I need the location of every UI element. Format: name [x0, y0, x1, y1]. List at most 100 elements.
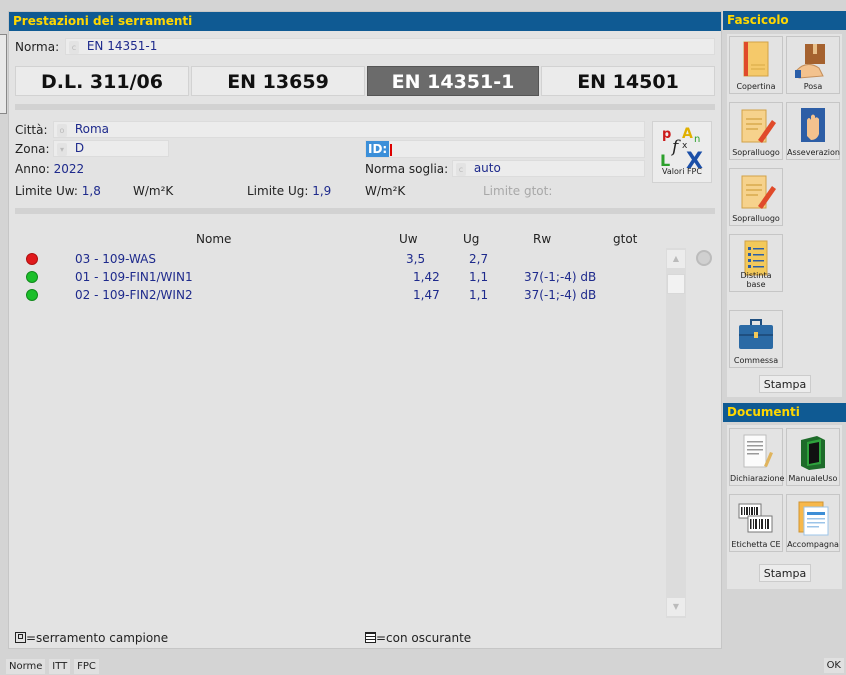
- serramenti-table: Nome Uw Ug Rw gtot 03 - 109-WAS 3,5 2,7 …: [15, 228, 665, 608]
- formula-icon: p f x A n L X: [660, 126, 703, 174]
- limite-ug-unit: W/m²K: [365, 184, 406, 198]
- limite-ug: Limite Ug: 1,9: [247, 184, 332, 198]
- status-buttons: Norme ITT FPC: [6, 658, 99, 674]
- fpc-button[interactable]: FPC: [74, 659, 99, 674]
- norma-lookup-icon[interactable]: c: [69, 41, 79, 54]
- column-header-gtot[interactable]: gtot: [613, 232, 637, 246]
- status-red-icon: [26, 253, 38, 265]
- zona-field[interactable]: ▾ D: [53, 140, 169, 157]
- text-cursor: [390, 143, 393, 156]
- window-sample-icon: [15, 632, 26, 643]
- anno-label: Anno: 2022: [15, 162, 85, 176]
- norma-field[interactable]: c EN 14351-1: [65, 38, 715, 55]
- manualeuso-tile[interactable]: ManualeUso: [786, 428, 840, 486]
- svg-text:p: p: [662, 127, 671, 142]
- etichetta-ce-label: Etichetta CE: [731, 540, 781, 549]
- accompagna-tile[interactable]: Accompagna: [786, 494, 840, 552]
- status-bar: Norme ITT FPC OK: [0, 655, 846, 675]
- table-row[interactable]: 01 - 109-FIN1/WIN1 1,42 1,1 37(-1;-4) dB: [15, 268, 665, 286]
- column-header-nome[interactable]: Nome: [196, 232, 231, 246]
- anno-value: 2022: [53, 162, 85, 176]
- row-rw: 37(-1;-4) dB: [524, 288, 597, 302]
- shutter-icon: [365, 632, 376, 643]
- status-green-icon: [26, 289, 38, 301]
- column-header-uw[interactable]: Uw: [399, 232, 418, 246]
- norma-label: Norma:: [15, 40, 60, 54]
- prestazioni-panel: Prestazioni dei serramenti Norma: c EN 1…: [8, 11, 722, 649]
- table-row[interactable]: 03 - 109-WAS 3,5 2,7: [15, 250, 665, 268]
- standard-button-en13659[interactable]: EN 13659: [191, 66, 365, 96]
- citta-label: Città:: [15, 123, 48, 137]
- briefcase-icon: [739, 319, 773, 349]
- row-uw: 1,47: [413, 288, 440, 302]
- distinta-base-label: Distinta base: [740, 271, 772, 289]
- row-nome: 03 - 109-WAS: [75, 252, 157, 266]
- fascicolo-stampa-button[interactable]: Stampa: [759, 375, 811, 393]
- norma-value: EN 14351-1: [86, 39, 158, 53]
- documenti-body: Dichiarazione ManualeUso Etichetta CE Ac…: [727, 425, 842, 589]
- sopralluogo-label: Sopralluogo: [732, 148, 780, 157]
- zona-label: Zona:: [15, 142, 50, 156]
- separator: [15, 208, 715, 214]
- table-scrollbar[interactable]: ▲ ▼: [666, 248, 686, 618]
- dichiarazione-label: Dichiarazione: [730, 474, 785, 483]
- cover-document-icon: [743, 41, 769, 77]
- documenti-stampa-button[interactable]: Stampa: [759, 564, 811, 582]
- citta-lookup-icon[interactable]: o: [57, 124, 67, 137]
- posa-label: Posa: [803, 82, 823, 91]
- limite-uw: Limite Uw: 1,8: [15, 184, 101, 198]
- citta-field[interactable]: o Roma: [53, 121, 645, 138]
- limite-uw-unit: W/m²K: [133, 184, 174, 198]
- itt-button[interactable]: ITT: [49, 659, 71, 674]
- table-row[interactable]: 02 - 109-FIN2/WIN2 1,47 1,1 37(-1;-4) dB: [15, 286, 665, 304]
- panel-title: Prestazioni dei serramenti: [9, 12, 721, 31]
- radio-toggle[interactable]: [696, 250, 712, 266]
- zona-dropdown-icon[interactable]: ▾: [57, 143, 67, 156]
- scroll-up-arrow-icon[interactable]: ▲: [667, 250, 685, 268]
- id-field[interactable]: ID:: [365, 140, 645, 158]
- fascicolo-panel: Fascicolo Copertina Posa Sopralluogo Ass…: [723, 11, 846, 401]
- row-uw: 3,5: [406, 252, 426, 266]
- sopralluogo-label: Sopralluogo: [732, 214, 780, 223]
- sopralluogo-tile[interactable]: Sopralluogo: [729, 102, 783, 160]
- ok-button[interactable]: OK: [823, 658, 844, 673]
- fascicolo-title: Fascicolo: [723, 11, 846, 30]
- norme-button[interactable]: Norme: [6, 659, 46, 674]
- posa-tile[interactable]: Posa: [786, 36, 840, 94]
- row-ug: 2,7: [469, 252, 489, 266]
- scroll-down-arrow-icon[interactable]: ▼: [667, 598, 685, 616]
- svg-text:f: f: [670, 137, 681, 157]
- norma-soglia-field[interactable]: c auto: [452, 160, 645, 177]
- row-nome: 01 - 109-FIN1/WIN1: [75, 270, 193, 284]
- etichetta-ce-tile[interactable]: Etichetta CE: [729, 494, 783, 552]
- oath-book-icon: [801, 108, 825, 142]
- sopralluogo-tile[interactable]: Sopralluogo: [729, 168, 783, 226]
- asseverazione-label: Asseverazion: [787, 148, 840, 157]
- svg-text:n: n: [694, 134, 700, 145]
- manual-book-icon: [801, 436, 825, 470]
- standard-button-en14351[interactable]: EN 14351-1: [367, 66, 539, 96]
- norma-soglia-lookup-icon[interactable]: c: [456, 163, 466, 176]
- manualeuso-label: ManualeUso: [788, 474, 838, 483]
- asseverazione-tile[interactable]: Asseverazion: [786, 102, 840, 160]
- accompagna-label: Accompagna: [787, 540, 839, 549]
- commessa-tile[interactable]: Commessa: [729, 310, 783, 368]
- dichiarazione-tile[interactable]: Dichiarazione: [729, 428, 785, 486]
- documenti-panel: Documenti Dichiarazione ManualeUso Etich…: [723, 403, 846, 593]
- hand-box-icon: [795, 44, 825, 79]
- scroll-thumb[interactable]: [667, 274, 685, 294]
- copertina-tile[interactable]: Copertina: [729, 36, 783, 94]
- limite-ug-value: 1,9: [312, 184, 332, 198]
- norma-soglia-label: Norma soglia:: [365, 162, 449, 176]
- notepad-pencil-icon: [741, 109, 776, 143]
- zona-value: D: [74, 141, 85, 155]
- documenti-title: Documenti: [723, 403, 846, 422]
- standard-button-en14501[interactable]: EN 14501: [541, 66, 715, 96]
- distinta-base-tile[interactable]: Distinta base: [729, 234, 783, 292]
- row-ug: 1,1: [469, 288, 489, 302]
- column-header-ug[interactable]: Ug: [463, 232, 479, 246]
- standard-button-dl311[interactable]: D.L. 311/06: [15, 66, 189, 96]
- column-header-rw[interactable]: Rw: [533, 232, 551, 246]
- valori-fpc-button[interactable]: p f x A n L X Valori FPC: [652, 121, 712, 183]
- legend-oscurante: =con oscurante: [365, 631, 471, 645]
